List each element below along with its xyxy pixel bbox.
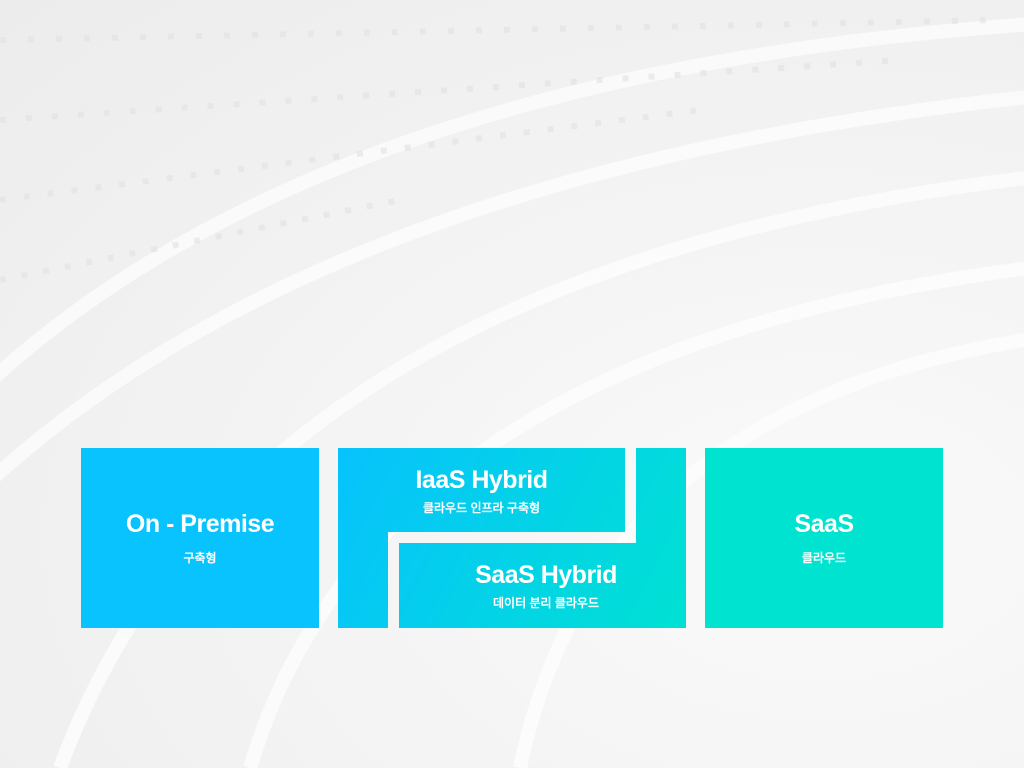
- saas-card[interactable]: SaaS 클라우드: [705, 448, 943, 628]
- hybrid-shapes: [338, 448, 686, 628]
- saas-hybrid-title: SaaS Hybrid: [475, 561, 617, 589]
- saas-hybrid-label: SaaS Hybrid 데이터 분리 클라우드: [399, 561, 693, 611]
- saas-subtitle: 클라우드: [801, 551, 847, 565]
- iaas-hybrid-label: IaaS Hybrid 클라우드 인프라 구축형: [338, 466, 625, 516]
- iaas-hybrid-title: IaaS Hybrid: [415, 466, 548, 494]
- saas-title: SaaS: [794, 510, 854, 538]
- iaas-hybrid-subtitle: 클라우드 인프라 구축형: [422, 501, 541, 515]
- saas-hybrid-subtitle: 데이터 분리 클라우드: [492, 596, 600, 610]
